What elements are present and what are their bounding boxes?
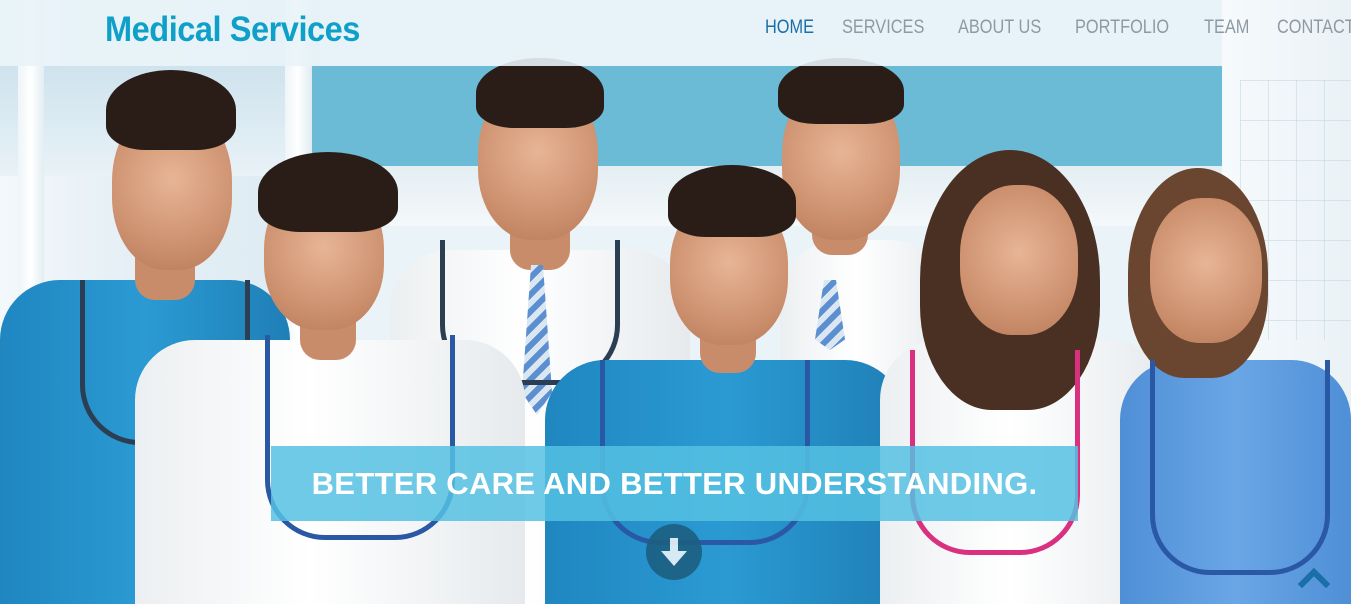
back-to-top-button[interactable] [1297, 566, 1331, 589]
tagline-banner: BETTER CARE AND BETTER UNDERSTANDING. [271, 446, 1078, 521]
nav-portfolio[interactable]: PORTFOLIO [1075, 17, 1169, 41]
brand-logo[interactable]: Medical Services [105, 10, 360, 50]
hero-section: Medical Services HOME SERVICES ABOUT US … [0, 0, 1351, 604]
hero-tagline: BETTER CARE AND BETTER UNDERSTANDING. [311, 466, 1038, 501]
navbar: Medical Services HOME SERVICES ABOUT US … [0, 0, 1351, 66]
main-menu: HOME SERVICES ABOUT US PORTFOLIO TEAM CO… [765, 17, 1351, 41]
scroll-down-button[interactable] [646, 524, 702, 580]
arrow-down-circle-icon [661, 538, 687, 566]
nav-services[interactable]: SERVICES [842, 17, 924, 41]
nav-about-us[interactable]: ABOUT US [958, 17, 1041, 41]
nav-team[interactable]: TEAM [1204, 17, 1249, 41]
nav-contact-us[interactable]: CONTACT US [1277, 17, 1351, 41]
nav-home[interactable]: HOME [765, 17, 814, 41]
chevron-up-icon [1297, 567, 1331, 589]
background-wall [312, 66, 1222, 166]
